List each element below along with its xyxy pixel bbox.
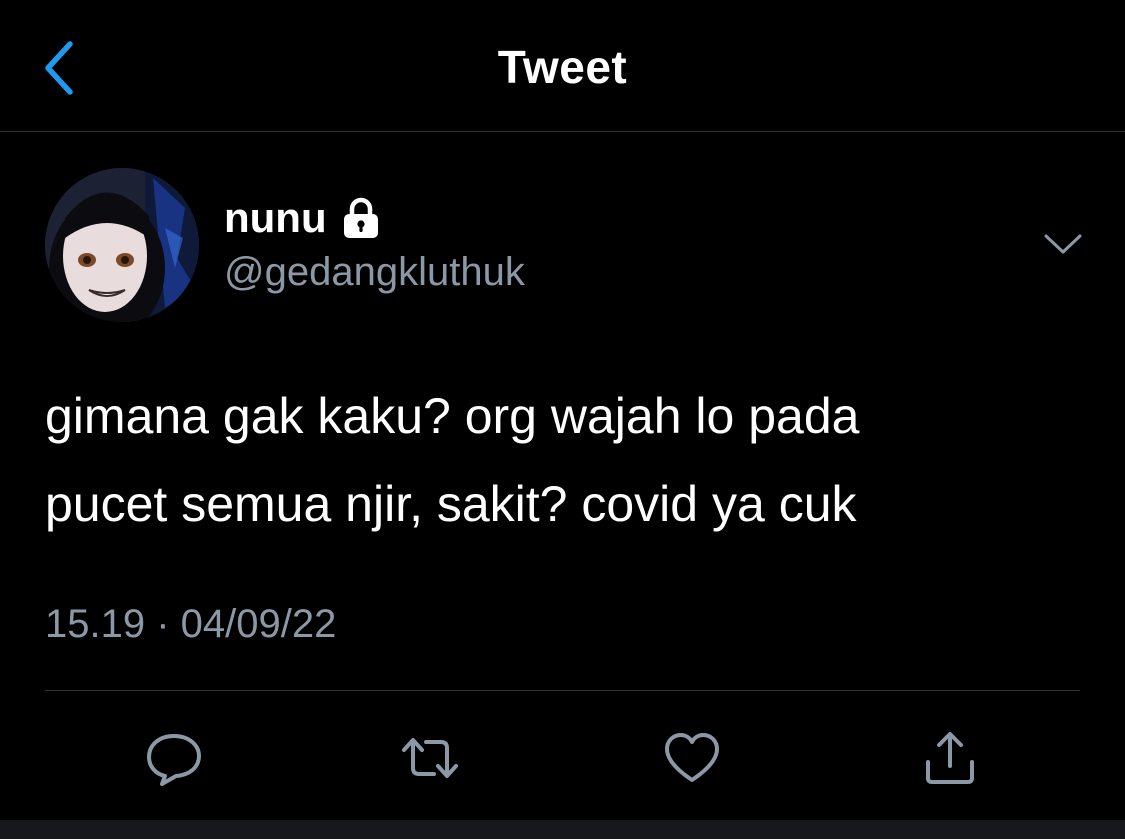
like-button[interactable] (660, 726, 724, 790)
avatar[interactable] (45, 168, 199, 322)
share-button[interactable] (918, 726, 982, 790)
tweet-text: gimana gak kaku? org wajah lo pada pucet… (45, 388, 860, 532)
tweet-timestamp[interactable]: 15.19 · 04/09/22 (45, 602, 336, 647)
reply-button[interactable] (142, 726, 206, 790)
divider (45, 690, 1080, 691)
heart-icon (665, 733, 719, 782)
share-icon (926, 732, 974, 784)
retweet-button[interactable] (398, 726, 462, 790)
author-name-row[interactable]: nunu (224, 190, 381, 246)
bottom-bar (0, 820, 1125, 839)
top-nav-bar: Tweet (0, 0, 1125, 132)
display-name[interactable]: nunu (224, 194, 327, 242)
lock-icon (341, 196, 381, 240)
tweet-menu-button[interactable] (1038, 222, 1088, 266)
avatar-image (45, 168, 199, 322)
retweet-icon (402, 738, 458, 778)
chevron-down-icon (1044, 234, 1082, 254)
user-handle[interactable]: @gedangkluthuk (224, 250, 525, 295)
reply-icon (147, 734, 201, 786)
page-title: Tweet (497, 41, 628, 93)
